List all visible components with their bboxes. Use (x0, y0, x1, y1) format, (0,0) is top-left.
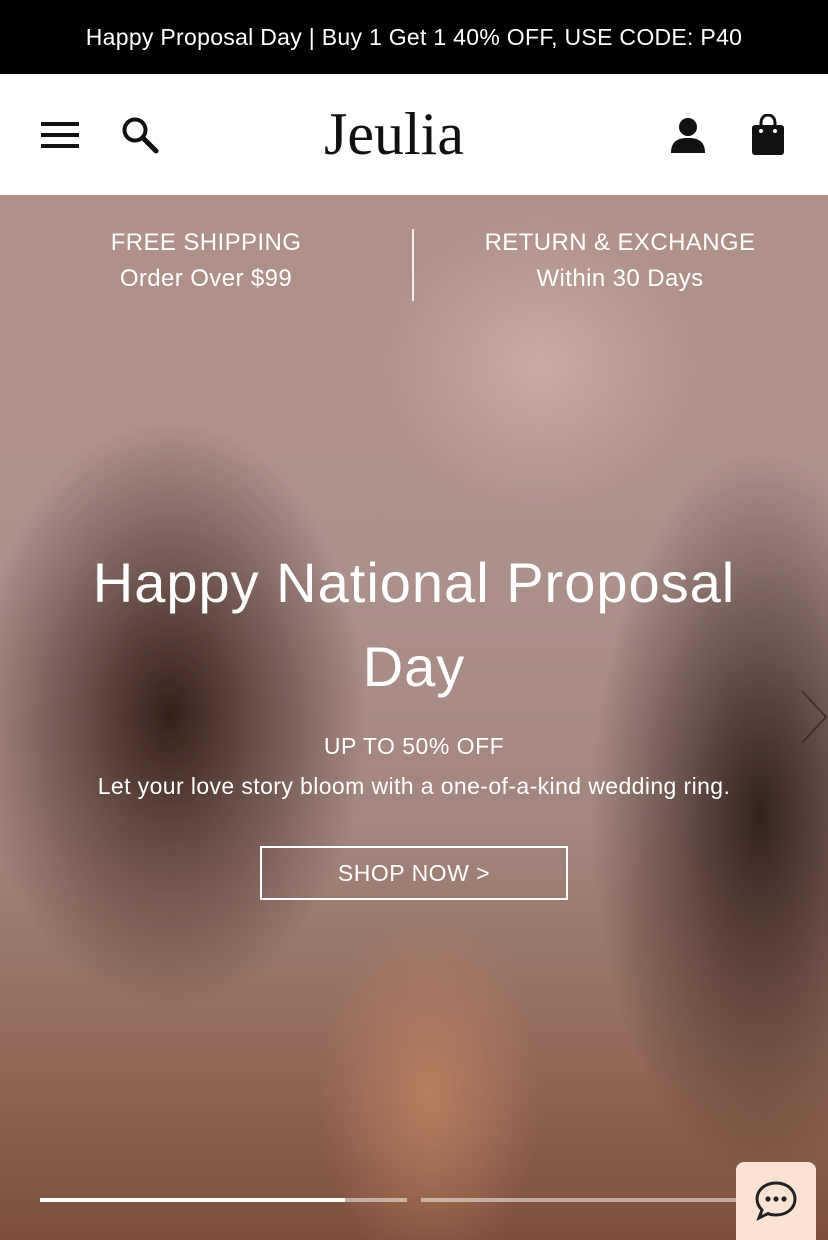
slide-indicator-2[interactable] (421, 1198, 788, 1202)
shopping-bag-icon (752, 113, 784, 155)
free-shipping-subtitle: Order Over $99 (119, 265, 293, 292)
hero-banner[interactable]: FREE SHIPPING Order Over $99 RETURN & EX… (0, 195, 828, 1240)
free-shipping-info: FREE SHIPPING Order Over $99 (26, 225, 386, 297)
account-button[interactable] (664, 74, 712, 195)
service-ribbon: FREE SHIPPING Order Over $99 RETURN & EX… (0, 225, 828, 305)
site-header: Jeulia (0, 74, 828, 196)
hero-subtitle: UP TO 50% OFF (323, 733, 505, 759)
search-icon (122, 117, 159, 153)
chat-bubble-icon (755, 1181, 797, 1222)
shop-now-label: SHOP NOW > (337, 859, 491, 886)
promo-text: Happy Proposal Day | Buy 1 Get 1 40% OFF… (85, 23, 743, 50)
site-logo[interactable]: Jeulia (324, 94, 508, 174)
return-exchange-info: RETURN & EXCHANGE Within 30 Days (440, 225, 800, 297)
slide-progress-fill-1 (40, 1198, 345, 1202)
search-button[interactable] (116, 74, 164, 195)
menu-button[interactable] (36, 74, 84, 195)
user-icon (671, 117, 705, 153)
hero-description: Let your love story bloom with a one-of-… (97, 773, 731, 799)
hamburger-menu-icon (41, 121, 79, 148)
chevron-right-icon (801, 690, 828, 744)
hero-overlay (0, 195, 828, 1240)
ribbon-divider (412, 229, 414, 301)
return-exchange-title: RETURN & EXCHANGE (484, 229, 756, 256)
hero-title: Happy National Proposal Day (92, 551, 736, 698)
free-shipping-title: FREE SHIPPING (110, 229, 302, 256)
logo-text: Jeulia (324, 101, 464, 167)
promo-banner[interactable]: Happy Proposal Day | Buy 1 Get 1 40% OFF… (0, 0, 828, 74)
cart-button[interactable] (744, 74, 792, 195)
slide-indicator-1[interactable] (40, 1198, 407, 1202)
live-chat-button[interactable] (736, 1162, 816, 1240)
return-exchange-subtitle: Within 30 Days (536, 265, 704, 292)
shop-now-button[interactable]: SHOP NOW > (260, 846, 568, 900)
carousel-next-button[interactable] (796, 687, 828, 747)
